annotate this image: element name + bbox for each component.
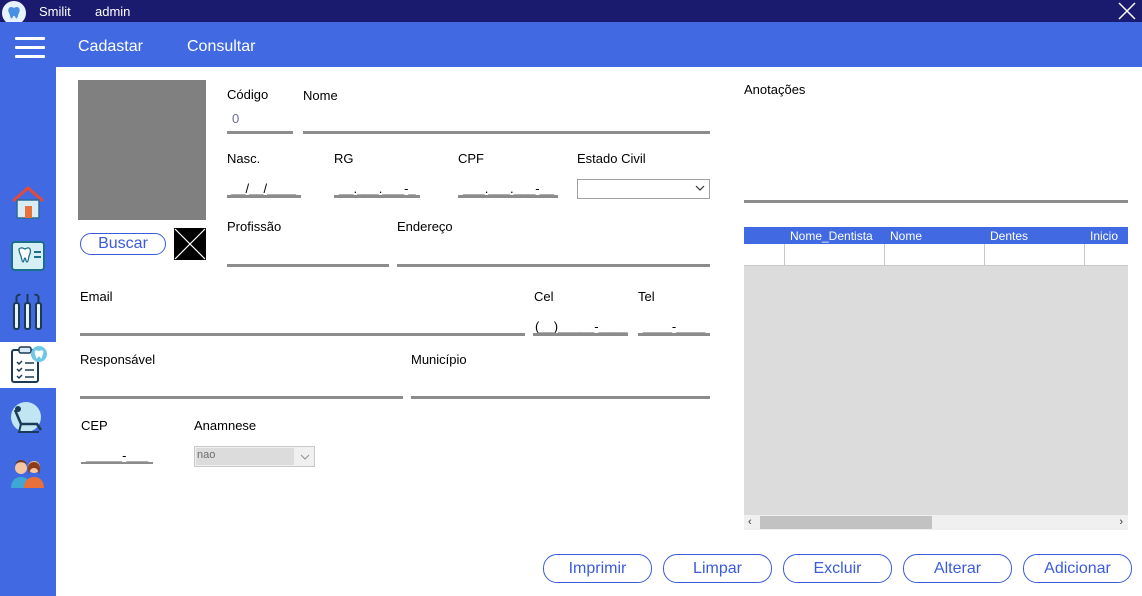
cpf-label: CPF bbox=[458, 151, 484, 166]
codigo-field[interactable] bbox=[227, 131, 293, 134]
excluir-button[interactable]: Excluir bbox=[783, 554, 892, 583]
estado-civil-select[interactable] bbox=[577, 179, 710, 199]
table-row[interactable]: * bbox=[744, 244, 1128, 266]
rg-underline bbox=[334, 195, 420, 198]
alterar-button[interactable]: Alterar bbox=[903, 554, 1012, 583]
adicionar-button[interactable]: Adicionar bbox=[1023, 554, 1132, 583]
grid-header: Nome_Dentista Nome Dentes Inicio bbox=[744, 227, 1128, 244]
municipio-label: Município bbox=[411, 352, 467, 367]
nav-consultar[interactable]: Consultar bbox=[187, 38, 255, 56]
dental-tools-icon bbox=[13, 293, 42, 330]
responsavel-field[interactable] bbox=[80, 396, 403, 399]
app-title: Smilit bbox=[39, 4, 71, 19]
municipio-field[interactable] bbox=[411, 396, 710, 399]
cpf-underline bbox=[458, 195, 558, 198]
estado-civil-label: Estado Civil bbox=[577, 151, 646, 166]
top-nav: Cadastar Consultar bbox=[0, 22, 1142, 67]
patient-photo bbox=[78, 80, 206, 220]
cpf-field[interactable]: ___.___.___-__ bbox=[463, 181, 554, 196]
column-header-nome[interactable]: Nome bbox=[890, 229, 922, 243]
tel-label: Tel bbox=[638, 289, 655, 304]
sidebar-item-xray[interactable] bbox=[0, 234, 56, 280]
column-header-nome-dentista[interactable]: Nome_Dentista bbox=[790, 229, 873, 243]
cep-underline bbox=[81, 462, 153, 464]
sidebar-item-chair[interactable] bbox=[0, 396, 56, 442]
column-header-dentes[interactable]: Dentes bbox=[990, 229, 1028, 243]
title-bar: Smilit admin bbox=[0, 0, 1142, 25]
profissao-label: Profissão bbox=[227, 219, 282, 234]
chevron-down-icon bbox=[300, 454, 310, 460]
house-icon bbox=[12, 186, 44, 219]
cep-label: CEP bbox=[81, 418, 108, 433]
cel-field[interactable]: (__)_____-____ bbox=[535, 319, 628, 334]
rg-field[interactable]: __.___.___-_ bbox=[339, 181, 416, 196]
scroll-right-icon[interactable]: › bbox=[1119, 516, 1123, 528]
sidebar-item-tools[interactable] bbox=[0, 288, 56, 334]
tooth-xray-icon bbox=[11, 241, 45, 271]
anamnese-value: nao bbox=[197, 449, 216, 461]
treatments-grid[interactable]: Nome_Dentista Nome Dentes Inicio * ‹ › bbox=[744, 227, 1128, 530]
cel-label: Cel bbox=[534, 289, 554, 304]
tel-underline bbox=[638, 333, 710, 336]
people-icon bbox=[11, 460, 44, 488]
scroll-left-icon[interactable]: ‹ bbox=[748, 516, 752, 528]
tel-field[interactable]: ____-____ bbox=[643, 319, 705, 334]
remove-photo-icon[interactable] bbox=[174, 228, 206, 260]
anotacoes-label: Anotações bbox=[744, 82, 806, 97]
responsavel-label: Responsável bbox=[80, 352, 156, 367]
profissao-field[interactable] bbox=[227, 264, 389, 267]
anotacoes-field[interactable] bbox=[744, 200, 1128, 203]
codigo-value[interactable]: 0 bbox=[232, 111, 239, 126]
scrollbar-thumb[interactable] bbox=[760, 516, 932, 529]
nasc-field[interactable]: __/__/____ bbox=[231, 181, 296, 196]
endereco-field[interactable] bbox=[397, 264, 710, 267]
anamnese-label: Anamnese bbox=[194, 418, 257, 433]
codigo-label: Código bbox=[227, 87, 269, 102]
nome-field[interactable] bbox=[303, 131, 710, 134]
dental-chair-icon bbox=[11, 402, 43, 433]
horizontal-scrollbar[interactable]: ‹ › bbox=[744, 515, 1128, 530]
sidebar-item-records[interactable] bbox=[0, 342, 56, 388]
limpar-button[interactable]: Limpar bbox=[663, 554, 772, 583]
buscar-button[interactable]: Buscar bbox=[80, 233, 166, 255]
sidebar-item-home[interactable] bbox=[0, 180, 56, 226]
nav-cadastrar[interactable]: Cadastar bbox=[78, 38, 143, 56]
email-field[interactable] bbox=[80, 333, 525, 336]
cel-underline bbox=[533, 333, 628, 336]
nasc-label: Nasc. bbox=[227, 151, 261, 166]
close-icon[interactable] bbox=[1116, 0, 1138, 22]
endereco-label: Endereço bbox=[397, 219, 453, 234]
hamburger-menu-icon[interactable] bbox=[15, 37, 45, 59]
grid-cell[interactable] bbox=[785, 244, 885, 266]
cep-field[interactable]: _____-___ bbox=[86, 448, 148, 463]
column-header-inicio[interactable]: Inicio bbox=[1090, 229, 1118, 243]
grid-cell[interactable] bbox=[885, 244, 985, 266]
email-label: Email bbox=[80, 289, 113, 304]
rg-label: RG bbox=[334, 151, 354, 166]
clipboard-tooth-icon bbox=[11, 346, 47, 383]
sidebar-item-people[interactable] bbox=[0, 450, 56, 496]
imprimir-button[interactable]: Imprimir bbox=[543, 554, 652, 583]
sidebar bbox=[0, 67, 56, 596]
nome-label: Nome bbox=[303, 88, 338, 103]
nasc-underline bbox=[227, 195, 301, 198]
chevron-down-icon bbox=[695, 185, 705, 191]
grid-cell[interactable] bbox=[985, 244, 1085, 266]
anamnese-select[interactable]: nao bbox=[194, 446, 315, 467]
grid-cell[interactable] bbox=[1085, 244, 1128, 266]
current-user: admin bbox=[95, 4, 131, 19]
